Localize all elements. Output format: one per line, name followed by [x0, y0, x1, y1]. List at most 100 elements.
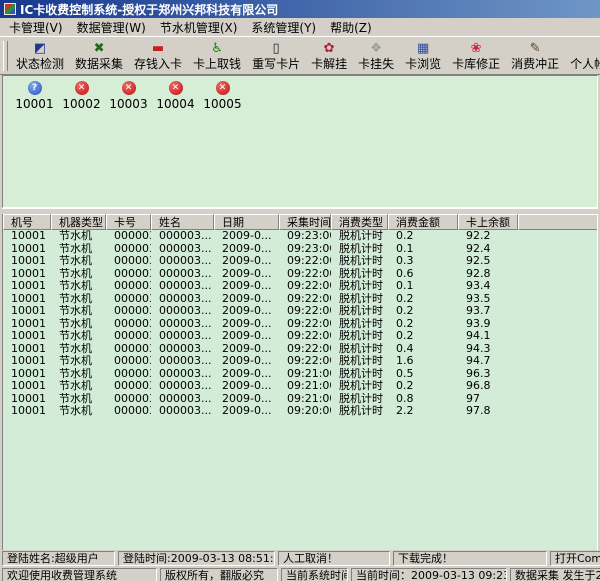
col-header-name[interactable]: 姓名	[151, 214, 214, 230]
cell-consume-amount: 0.5	[388, 368, 458, 381]
status-detect-button[interactable]: ◩状态检测	[12, 39, 68, 73]
cell-card-no: 000003	[106, 230, 151, 243]
machine-item-10003[interactable]: ✕10003	[105, 81, 152, 111]
cell-filler	[518, 280, 597, 293]
col-header-card-no[interactable]: 卡号	[106, 214, 151, 230]
cell-name: 000003...	[151, 405, 214, 418]
deposit-card-button-label: 存钱入卡	[134, 57, 182, 71]
card-loss-button[interactable]: ❖卡挂失	[354, 39, 398, 73]
cell-machine-type: 节水机	[51, 355, 106, 368]
table-row[interactable]: 10001节水机000003000003...2009-0...09:23:00…	[3, 243, 597, 256]
cell-card-balance: 96.3	[458, 368, 518, 381]
cell-date: 2009-0...	[214, 293, 279, 306]
client-area: ?10001✕10002✕10003✕10004✕10005 机号机器类型卡号姓…	[0, 75, 600, 550]
col-header-consume-amount[interactable]: 消费金额	[388, 214, 458, 230]
cell-consume-type: 脱机计时	[331, 255, 388, 268]
cell-date: 2009-0...	[214, 280, 279, 293]
card-loss-button-label: 卡挂失	[358, 57, 394, 71]
table-row[interactable]: 10001节水机000003000003...2009-0...09:22:00…	[3, 355, 597, 368]
table-row[interactable]: 10001节水机000003000003...2009-0...09:21:00…	[3, 380, 597, 393]
col-header-card-balance[interactable]: 卡上余额	[458, 214, 518, 230]
col-header-date[interactable]: 日期	[214, 214, 279, 230]
col-header-machine-no[interactable]: 机号	[3, 214, 51, 230]
cell-card-balance: 97.8	[458, 405, 518, 418]
menu-data-mgmt[interactable]: 数据管理(W)	[70, 18, 153, 37]
menu-card-mgmt[interactable]: 卡管理(V)	[2, 18, 70, 37]
toolbar-handle[interactable]	[3, 41, 8, 71]
machine-item-10004[interactable]: ✕10004	[152, 81, 199, 111]
cell-name: 000003...	[151, 268, 214, 281]
menu-help[interactable]: 帮助(Z)	[323, 18, 379, 37]
table-row[interactable]: 10001节水机000003000003...2009-0...09:23:00…	[3, 230, 597, 243]
cell-collect-time: 09:22:00	[279, 255, 331, 268]
cell-date: 2009-0...	[214, 380, 279, 393]
cell-card-balance: 94.7	[458, 355, 518, 368]
table-row[interactable]: 10001节水机000003000003...2009-0...09:22:00…	[3, 343, 597, 356]
cell-card-no: 000003	[106, 330, 151, 343]
col-header-filler[interactable]	[518, 214, 598, 230]
cell-consume-type: 脱机计时	[331, 230, 388, 243]
machine-id-label: 10001	[15, 97, 53, 111]
status-current-time: 当前时间：2009-03-13 09:23:12	[351, 568, 507, 581]
account-detail-button-label: 个人帐户明细	[570, 57, 600, 71]
menu-system-mgmt[interactable]: 系统管理(Y)	[244, 18, 323, 37]
table-row[interactable]: 10001节水机000003000003...2009-0...09:22:00…	[3, 268, 597, 281]
cell-card-no: 000003	[106, 268, 151, 281]
col-header-consume-type[interactable]: 消费类型	[331, 214, 388, 230]
account-detail-button[interactable]: ✾个人帐户明细	[566, 39, 600, 73]
cell-collect-time: 09:22:00	[279, 343, 331, 356]
cell-collect-time: 09:23:00	[279, 243, 331, 256]
cell-filler	[518, 393, 597, 406]
machine-item-10002[interactable]: ✕10002	[58, 81, 105, 111]
rewrite-card-button[interactable]: ▯重写卡片	[248, 39, 304, 73]
col-header-machine-type[interactable]: 机器类型	[51, 214, 106, 230]
cell-machine-type: 节水机	[51, 368, 106, 381]
card-unhang-button[interactable]: ✿卡解挂	[307, 39, 351, 73]
deposit-card-button[interactable]: ▬存钱入卡	[130, 39, 186, 73]
records-table: 机号机器类型卡号姓名日期采集时间消费类型消费金额卡上余额 10001节水机000…	[2, 214, 598, 550]
cell-card-no: 000003	[106, 243, 151, 256]
cell-card-balance: 96.8	[458, 380, 518, 393]
cell-machine-type: 节水机	[51, 405, 106, 418]
cell-machine-no: 10001	[3, 293, 51, 306]
machine-item-10005[interactable]: ✕10005	[199, 81, 246, 111]
cell-collect-time: 09:22:00	[279, 280, 331, 293]
cell-date: 2009-0...	[214, 343, 279, 356]
cell-date: 2009-0...	[214, 330, 279, 343]
table-row[interactable]: 10001节水机000003000003...2009-0...09:22:00…	[3, 293, 597, 306]
table-row[interactable]: 10001节水机000003000003...2009-0...09:21:00…	[3, 393, 597, 406]
consume-reversal-button[interactable]: ✎消费冲正	[507, 39, 563, 73]
card-browse-button[interactable]: ▦卡浏览	[401, 39, 445, 73]
table-header: 机号机器类型卡号姓名日期采集时间消费类型消费金额卡上余额	[3, 214, 597, 230]
menu-machine-mgmt[interactable]: 节水机管理(X)	[153, 18, 245, 37]
status-bar-2: 欢迎使用收费管理系统版权所有，翻版必究当前系统时间当前时间：2009-03-13…	[0, 567, 600, 581]
table-row[interactable]: 10001节水机000003000003...2009-0...09:22:00…	[3, 305, 597, 318]
cardbase-fix-button[interactable]: ❀卡库修正	[448, 39, 504, 73]
machine-id-label: 10002	[62, 97, 100, 111]
cell-machine-no: 10001	[3, 330, 51, 343]
cell-machine-no: 10001	[3, 405, 51, 418]
table-row[interactable]: 10001节水机000003000003...2009-0...09:21:00…	[3, 368, 597, 381]
cell-consume-type: 脱机计时	[331, 305, 388, 318]
table-row[interactable]: 10001节水机000003000003...2009-0...09:22:00…	[3, 280, 597, 293]
cell-machine-no: 10001	[3, 305, 51, 318]
withdraw-card-button[interactable]: ♿卡上取钱	[189, 39, 245, 73]
consume-reversal-icon: ✎	[530, 41, 541, 57]
data-collect-button[interactable]: ✖数据采集	[71, 39, 127, 73]
cell-machine-no: 10001	[3, 268, 51, 281]
menu-bar: 卡管理(V)数据管理(W)节水机管理(X)系统管理(Y)帮助(Z)	[0, 18, 600, 36]
table-row[interactable]: 10001节水机000003000003...2009-0...09:22:00…	[3, 318, 597, 331]
cell-machine-type: 节水机	[51, 268, 106, 281]
status-com-port-status: 打开Com3失	[550, 551, 600, 566]
cell-filler	[518, 243, 597, 256]
data-collect-button-label: 数据采集	[75, 57, 123, 71]
cell-filler	[518, 230, 597, 243]
cell-consume-amount: 0.8	[388, 393, 458, 406]
table-row[interactable]: 10001节水机000003000003...2009-0...09:22:00…	[3, 330, 597, 343]
withdraw-card-button-label: 卡上取钱	[193, 57, 241, 71]
machine-id-label: 10005	[203, 97, 241, 111]
col-header-collect-time[interactable]: 采集时间	[279, 214, 331, 230]
table-row[interactable]: 10001节水机000003000003...2009-0...09:20:00…	[3, 405, 597, 418]
table-row[interactable]: 10001节水机000003000003...2009-0...09:22:00…	[3, 255, 597, 268]
machine-item-10001[interactable]: ?10001	[11, 81, 58, 111]
